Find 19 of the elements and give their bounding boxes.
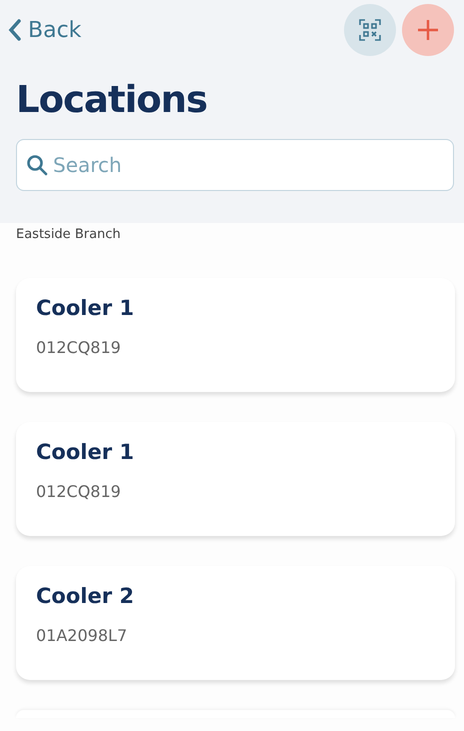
group-label: Eastside Branch — [16, 227, 122, 242]
search-icon — [26, 154, 48, 176]
location-name: Cooler 1 — [36, 440, 135, 464]
chevron-left-icon — [8, 19, 22, 41]
location-code: 01A2098L7 — [36, 626, 128, 645]
page-title: Locations — [16, 78, 208, 121]
search-field[interactable]: Search — [16, 139, 454, 191]
back-button[interactable]: Back — [8, 18, 82, 42]
location-name: Cooler 1 — [36, 296, 135, 320]
location-card[interactable]: Cooler 1 012CQ819 — [16, 422, 455, 536]
qr-scan-icon — [359, 19, 381, 41]
plus-icon — [417, 19, 439, 41]
add-button[interactable] — [402, 4, 454, 56]
location-card[interactable]: Cooler 1 012CQ819 — [16, 278, 455, 392]
location-code: 012CQ819 — [36, 482, 122, 501]
location-code: 012CQ819 — [36, 338, 122, 357]
location-name: Cooler 2 — [36, 584, 135, 608]
location-card[interactable]: Cooler 2 01A2098L7 — [16, 566, 455, 680]
qr-scan-button[interactable] — [344, 4, 396, 56]
